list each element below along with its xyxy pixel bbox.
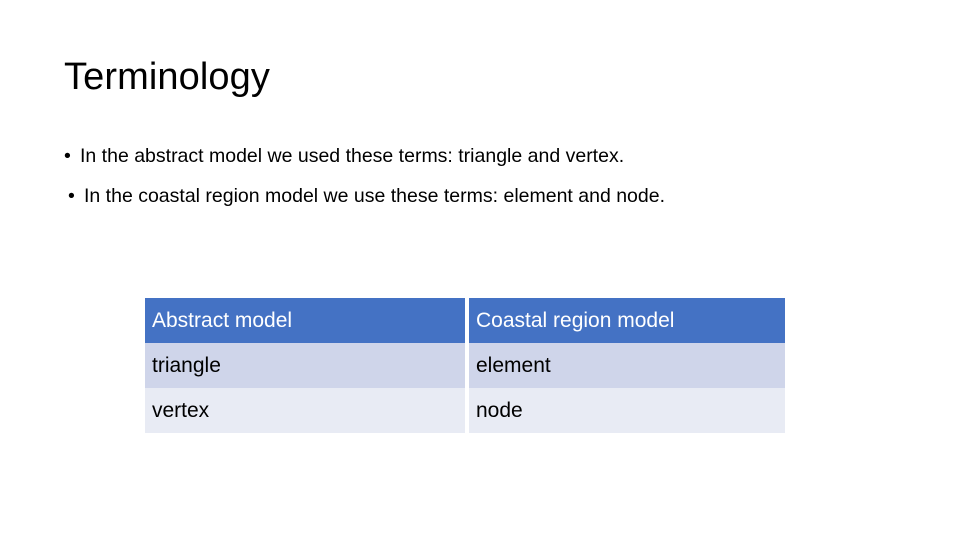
list-item: • In the abstract model we used these ter… [64,145,914,167]
table-header-coastal-region-model: Coastal region model [469,298,785,343]
table-cell-abstract-vertex: vertex [145,388,465,433]
page-title: Terminology [64,56,270,98]
bullet-text: In the coastal region model we use these… [84,184,666,207]
table-header-abstract-model: Abstract model [145,298,465,343]
terminology-table: Abstract model Coastal region model tria… [145,298,785,433]
slide-canvas: Terminology • In the abstract model we us… [0,0,960,540]
list-item: • In the coastal region model we use thes… [64,184,914,207]
bullet-list: • In the abstract model we used these ter… [64,145,914,207]
table-cell-abstract-triangle: triangle [145,343,465,388]
table-header-row: Abstract model Coastal region model [145,298,785,343]
table-row: triangle element [145,343,785,388]
table-row: vertex node [145,388,785,433]
bullet-point-icon: • [64,145,71,167]
table-cell-coastal-element: element [469,343,785,388]
bullet-text: In the abstract model we used these term… [80,145,625,167]
bullet-point-icon: • [68,184,75,207]
table-cell-coastal-node: node [469,388,785,433]
